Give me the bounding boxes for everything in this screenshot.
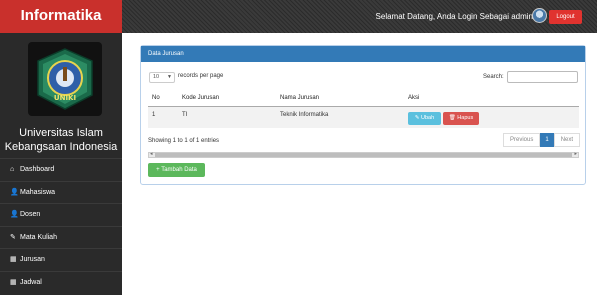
sidebar-menu: ⌂ Dashboard 👤Mahasiswa 👤Dosen ✎ Mata Kulia… [0, 158, 122, 293]
horizontal-scrollbar[interactable]: ◂ ▸ [148, 151, 579, 158]
sidebar-item-label: Mahasiswa [20, 188, 56, 196]
chevron-down-icon: ▼ [167, 74, 172, 80]
panel-title: Data Jurusan [141, 46, 585, 62]
table-info: Showing 1 to 1 of 1 entries [148, 138, 220, 144]
edit-button[interactable]: ✎ Ubah [408, 111, 441, 125]
sidebar-item-jadwal[interactable]: ▦ Jadwal [0, 270, 122, 294]
logout-button[interactable]: Logout [549, 10, 582, 24]
sidebar: UNIKI Universitas Islam Kebangsaan Indon… [0, 33, 122, 295]
table-icon: ▦ [10, 256, 17, 263]
pagination: Previous 1 Next [503, 133, 581, 147]
page-length-value: 10 [153, 74, 160, 80]
cell-no: 1 [148, 106, 178, 128]
uniki-logo-icon: UNIKI [37, 48, 93, 110]
page-length-label: records per page [178, 73, 224, 79]
brand-title[interactable]: Informatika [0, 0, 122, 33]
sidebar-item-mahasiswa[interactable]: 👤Mahasiswa [0, 180, 122, 204]
sidebar-item-dashboard[interactable]: ⌂ Dashboard [0, 158, 122, 181]
data-jurusan-panel: Data Jurusan 10 ▼ records per page Searc… [140, 45, 586, 185]
sidebar-item-label: Mata Kuliah [20, 233, 57, 241]
delete-button[interactable]: 🗑 Hapus [443, 111, 479, 125]
university-name: Universitas Islam Kebangsaan Indonesia [0, 126, 122, 154]
search-input[interactable] [507, 71, 578, 83]
column-header-aksi[interactable]: Aksi [404, 91, 579, 107]
sidebar-item-dosen[interactable]: 👤Dosen [0, 203, 122, 226]
cell-nama: Teknik Informatika [276, 106, 404, 128]
page-length-select[interactable]: 10 ▼ [149, 72, 175, 83]
scroll-left-icon[interactable]: ◂ [150, 151, 153, 157]
edit-icon: ✎ [10, 233, 16, 241]
column-header-kode[interactable]: Kode Jurusan [178, 91, 276, 107]
user-avatar-icon [532, 8, 547, 23]
scroll-right-icon[interactable]: ▸ [574, 151, 577, 157]
sidebar-item-label: Dosen [20, 211, 41, 218]
sidebar-item-jurusan[interactable]: ▦ Jurusan [0, 248, 122, 271]
table-icon: ▦ [10, 278, 17, 286]
sidebar-item-label: Jadwal [20, 278, 42, 286]
user-icon: 👤 [10, 211, 19, 218]
top-navbar: Informatika Selamat Datang, Anda Login S… [0, 0, 597, 33]
table-header-row: No Kode Jurusan Nama Jurusan Aksi [148, 91, 579, 107]
column-header-nama[interactable]: Nama Jurusan [276, 91, 404, 107]
sidebar-item-mata-kuliah[interactable]: ✎ Mata Kuliah [0, 225, 122, 249]
jurusan-table: No Kode Jurusan Nama Jurusan Aksi 1 TI T… [148, 91, 579, 128]
pagination-next[interactable]: Next [553, 133, 581, 147]
user-icon: 👤 [10, 188, 19, 196]
add-data-button[interactable]: + Tambah Data [148, 163, 205, 177]
delete-button-label: Hapus [457, 114, 474, 121]
scrollbar-thumb[interactable] [155, 153, 572, 157]
cell-kode: TI [178, 106, 276, 128]
pagination-page-1[interactable]: 1 [540, 133, 554, 147]
search-label: Search: [483, 74, 504, 80]
home-icon: ⌂ [10, 166, 15, 173]
cell-aksi: ✎ Ubah 🗑 Hapus [404, 106, 579, 128]
welcome-text: Selamat Datang, Anda Login Sebagai admin [375, 12, 533, 21]
university-name-line2: Kebangsaan Indonesia [4, 141, 118, 153]
table-row: 1 TI Teknik Informatika ✎ Ubah 🗑 Hapus [148, 106, 579, 128]
pagination-previous[interactable]: Previous [503, 133, 541, 147]
sidebar-item-label: Jurusan [20, 256, 45, 263]
edit-button-label: Ubah [420, 114, 435, 121]
university-name-line1: Universitas Islam [19, 127, 103, 139]
svg-text:UNIKI: UNIKI [54, 94, 76, 102]
column-header-no[interactable]: No [148, 91, 178, 107]
university-logo: UNIKI [28, 42, 102, 116]
sidebar-item-label: Dashboard [20, 166, 55, 173]
